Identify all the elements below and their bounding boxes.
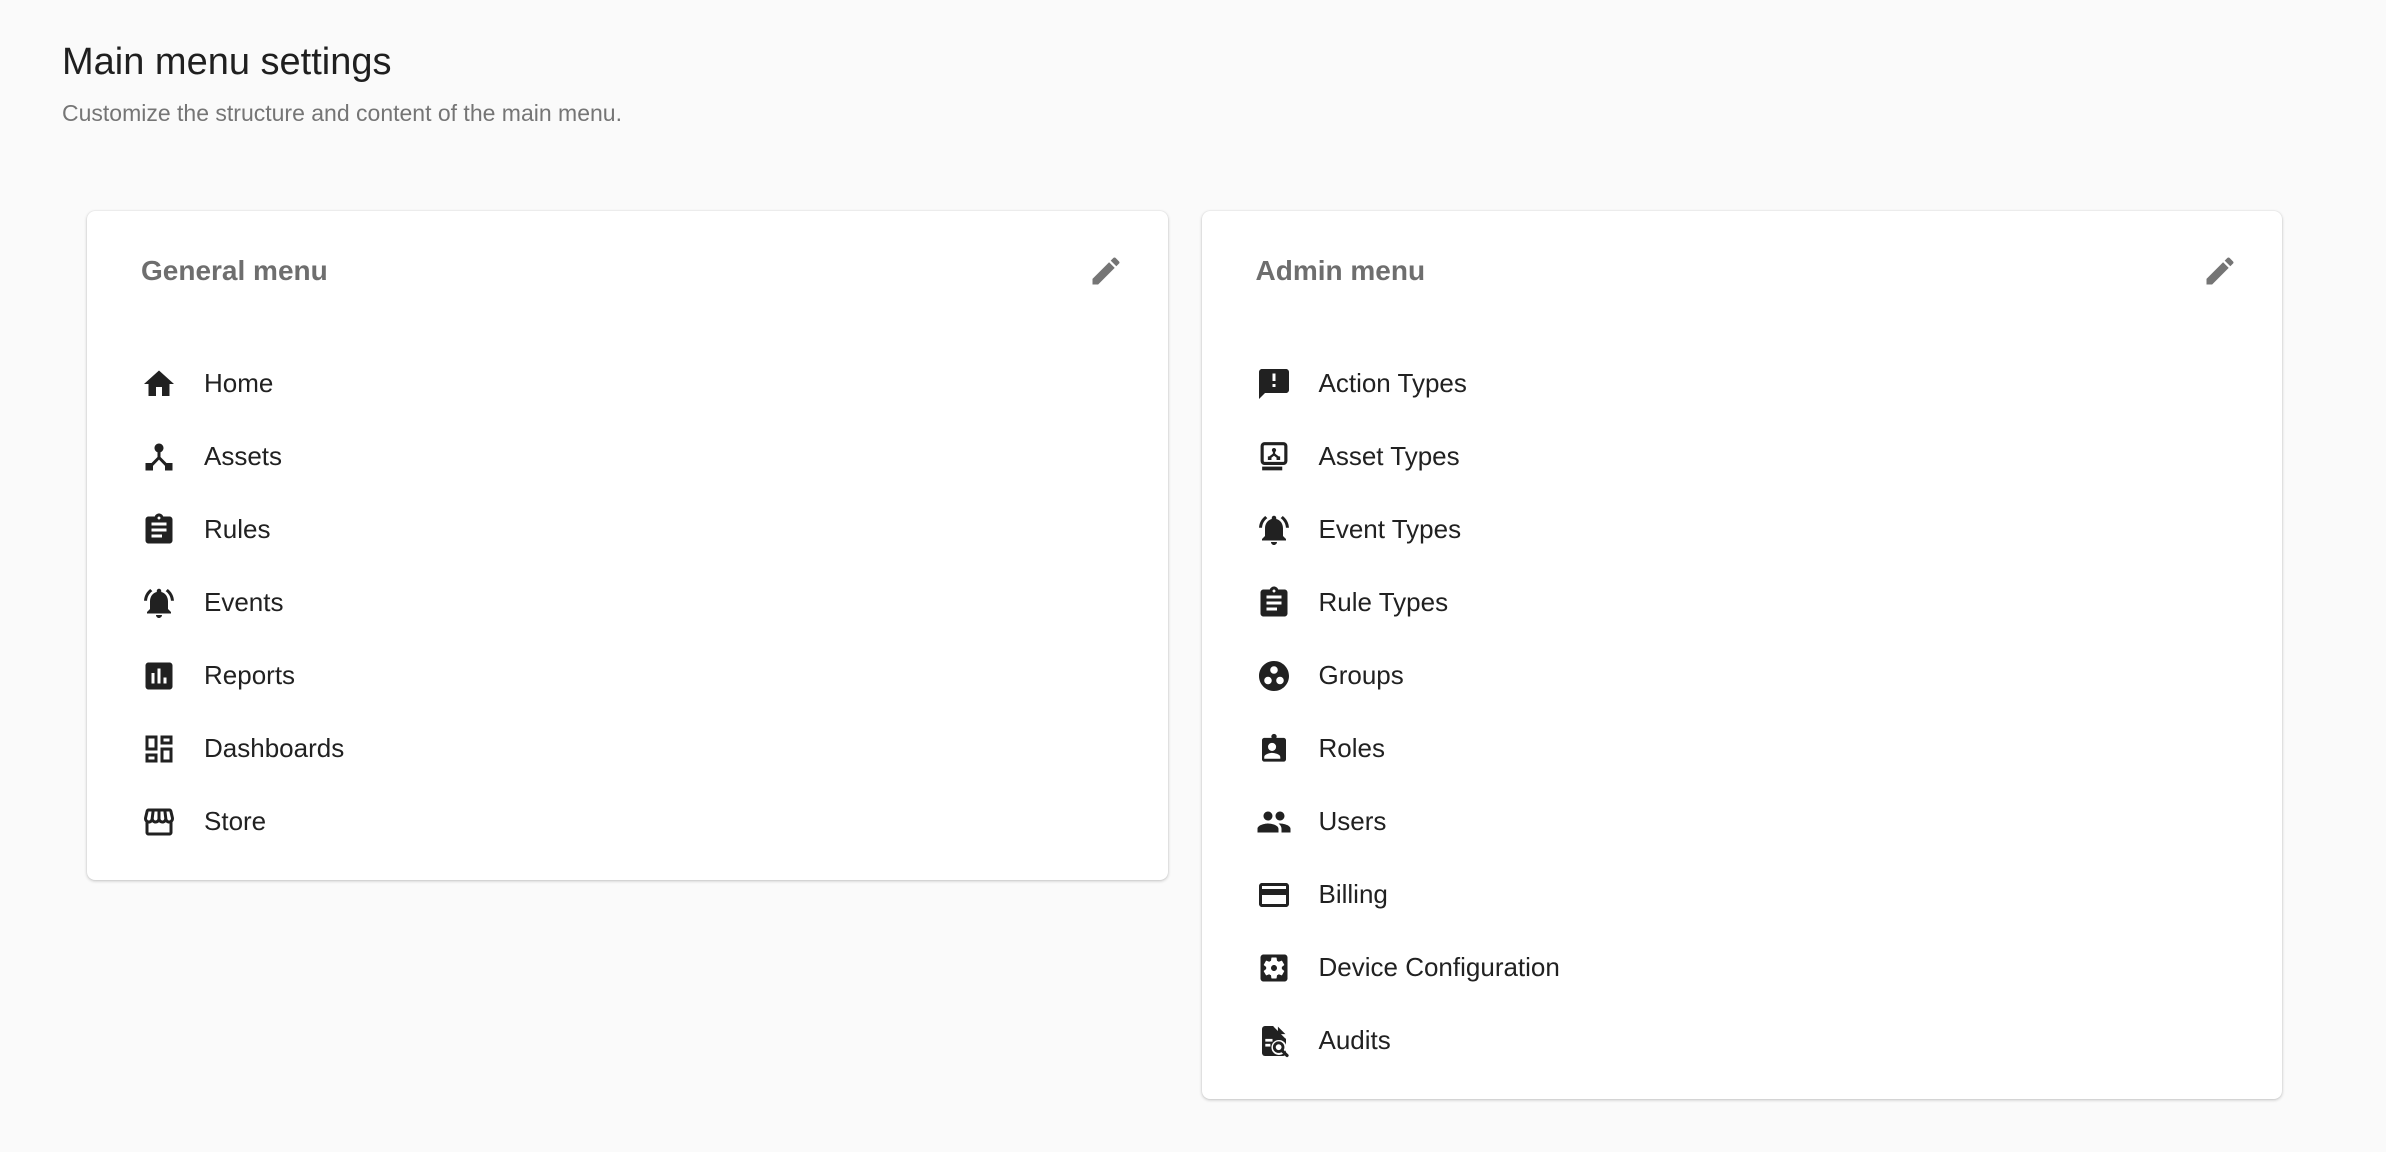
menu-item-audits: Audits (1256, 1004, 2243, 1077)
storefront-icon (141, 804, 177, 840)
document-search-icon (1256, 1023, 1292, 1059)
menu-item-events: Events (141, 566, 1128, 639)
menu-item-label: Users (1319, 806, 1387, 837)
device-hub-icon (141, 439, 177, 475)
admin-menu-edit-button[interactable] (2198, 249, 2242, 293)
menu-item-label: Rules (204, 514, 270, 545)
page-title: Main menu settings (62, 40, 2386, 84)
menu-item-assets: Assets (141, 420, 1128, 493)
menu-item-label: Reports (204, 660, 295, 691)
page-subtitle: Customize the structure and content of t… (62, 100, 2386, 127)
menu-item-label: Action Types (1319, 368, 1467, 399)
cards-row: General menu Home Assets Rules Events Re… (87, 211, 2282, 1099)
menu-item-label: Roles (1319, 733, 1385, 764)
pencil-icon (2202, 253, 2238, 289)
menu-item-label: Event Types (1319, 514, 1462, 545)
settings-gear-icon (1256, 950, 1292, 986)
badge-person-icon (1256, 731, 1292, 767)
group-work-icon (1256, 658, 1292, 694)
menu-item-label: Events (204, 587, 284, 618)
card-title: General menu (141, 255, 328, 287)
menu-item-event-types: Event Types (1256, 493, 2243, 566)
dashboard-icon (141, 731, 177, 767)
admin-menu-card: Admin menu Action Types Asset Types Even… (1202, 211, 2283, 1099)
bar-chart-icon (141, 658, 177, 694)
menu-item-users: Users (1256, 785, 2243, 858)
menu-item-dashboards: Dashboards (141, 712, 1128, 785)
menu-item-label: Home (204, 368, 273, 399)
menu-item-home: Home (141, 347, 1128, 420)
menu-item-billing: Billing (1256, 858, 2243, 931)
menu-list: Action Types Asset Types Event Types Rul… (1256, 347, 2243, 1077)
bell-icon (141, 585, 177, 621)
bell-icon (1256, 512, 1292, 548)
menu-item-reports: Reports (141, 639, 1128, 712)
menu-item-action-types: Action Types (1256, 347, 2243, 420)
menu-item-label: Device Configuration (1319, 952, 1560, 983)
menu-item-device-configuration: Device Configuration (1256, 931, 2243, 1004)
menu-item-label: Asset Types (1319, 441, 1460, 472)
menu-item-label: Audits (1319, 1025, 1391, 1056)
menu-item-label: Store (204, 806, 266, 837)
home-icon (141, 366, 177, 402)
asset-frame-icon (1256, 439, 1292, 475)
credit-card-icon (1256, 877, 1292, 913)
general-menu-card: General menu Home Assets Rules Events Re… (87, 211, 1168, 880)
menu-item-store: Store (141, 785, 1128, 858)
card-header: Admin menu (1256, 249, 2243, 293)
menu-item-rule-types: Rule Types (1256, 566, 2243, 639)
menu-item-label: Assets (204, 441, 282, 472)
menu-item-label: Dashboards (204, 733, 344, 764)
announcement-icon (1256, 366, 1292, 402)
people-icon (1256, 804, 1292, 840)
card-header: General menu (141, 249, 1128, 293)
clipboard-icon (141, 512, 177, 548)
menu-item-label: Groups (1319, 660, 1404, 691)
menu-item-label: Rule Types (1319, 587, 1449, 618)
card-title: Admin menu (1256, 255, 1426, 287)
menu-item-asset-types: Asset Types (1256, 420, 2243, 493)
menu-item-groups: Groups (1256, 639, 2243, 712)
menu-item-label: Billing (1319, 879, 1388, 910)
page-header: Main menu settings Customize the structu… (0, 0, 2386, 127)
menu-list: Home Assets Rules Events Reports Dashboa… (141, 347, 1128, 858)
clipboard-icon (1256, 585, 1292, 621)
pencil-icon (1088, 253, 1124, 289)
menu-item-rules: Rules (141, 493, 1128, 566)
general-menu-edit-button[interactable] (1084, 249, 1128, 293)
menu-item-roles: Roles (1256, 712, 2243, 785)
